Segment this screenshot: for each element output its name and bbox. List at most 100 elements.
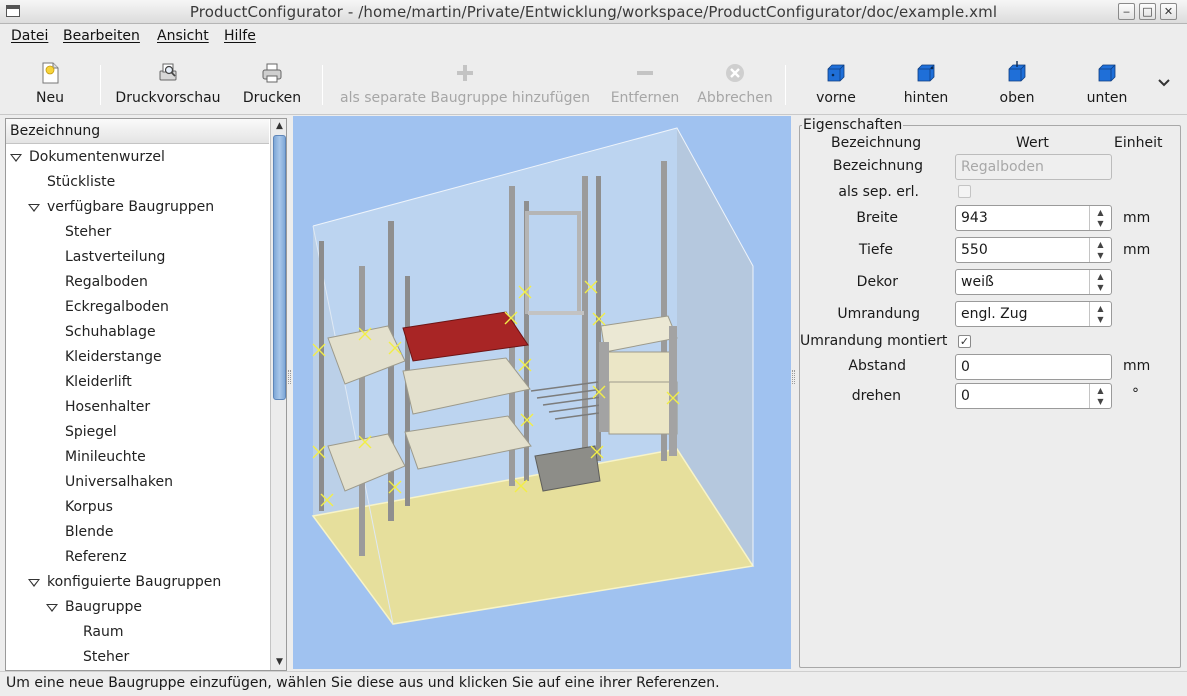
- column-header-value: Wert: [1016, 135, 1049, 151]
- tree-item-schuhablage[interactable]: Schuhablage: [65, 320, 156, 345]
- breite-unit: mm: [1123, 210, 1151, 226]
- add-separate-button[interactable]: als separate Baugruppe hinzufügen: [334, 49, 596, 115]
- als-sep-erl-checkbox[interactable]: [958, 185, 971, 198]
- bezeichnung-field[interactable]: Regalboden: [955, 154, 1112, 180]
- tiefe-spinbox[interactable]: 550 ▲ ▼: [955, 237, 1112, 263]
- view-top-button[interactable]: oben: [981, 49, 1053, 115]
- maximize-button[interactable]: □: [1139, 3, 1156, 20]
- new-label: Neu: [36, 90, 64, 106]
- scroll-thumb[interactable]: [273, 135, 286, 400]
- menu-hilfe[interactable]: Hilfe: [224, 28, 256, 44]
- toolbar-separator: [100, 65, 101, 105]
- new-document-icon: [42, 62, 59, 84]
- menu-datei[interactable]: Datei: [11, 28, 48, 44]
- tree-item-lastverteilung[interactable]: Lastverteilung: [65, 245, 165, 270]
- expander-icon[interactable]: [46, 604, 58, 612]
- expander-icon[interactable]: [28, 579, 40, 587]
- dropdown-arrows-icon[interactable]: ▲ ▼: [1089, 302, 1111, 326]
- dekor-value: weiß: [961, 274, 994, 290]
- tree-item-konfiguierte-baugruppen[interactable]: konfiguierte Baugruppen: [47, 570, 221, 595]
- tree-item-raum[interactable]: Raum: [83, 620, 124, 645]
- remove-label: Entfernen: [610, 90, 680, 106]
- tree-item-referenz[interactable]: Referenz: [65, 545, 127, 570]
- tree-item-spiegel[interactable]: Spiegel: [65, 420, 117, 445]
- menu-bar: Datei Bearbeiten Ansicht Hilfe: [0, 24, 1187, 49]
- structure-tree[interactable]: Bezeichnung Dokumentenwurzel Stückliste …: [5, 118, 287, 671]
- print-preview-button[interactable]: Druckvorschau: [110, 49, 226, 115]
- cancel-button[interactable]: Abbrechen: [692, 49, 778, 115]
- print-button[interactable]: Drucken: [236, 49, 308, 115]
- tree-item-steher[interactable]: Steher: [65, 220, 111, 245]
- tree-item-stueckliste[interactable]: Stückliste: [47, 170, 115, 195]
- close-button[interactable]: ✕: [1160, 3, 1177, 20]
- umrandung-select[interactable]: engl. Zug ▲ ▼: [955, 301, 1112, 327]
- cube-bottom-icon: [1098, 64, 1116, 82]
- tree-column-header[interactable]: Bezeichnung: [6, 119, 269, 144]
- plus-icon: [457, 65, 473, 81]
- spin-arrows-icon[interactable]: ▲ ▼: [1089, 238, 1111, 262]
- tree-item-steher-2[interactable]: Steher: [83, 645, 129, 670]
- chevron-down-icon: [1158, 79, 1170, 87]
- status-text: Um eine neue Baugruppe einzufügen, wähle…: [6, 675, 720, 691]
- abstand-unit: mm: [1123, 358, 1151, 374]
- label-drehen: drehen: [851, 388, 901, 404]
- status-bar: Um eine neue Baugruppe einzufügen, wähle…: [0, 671, 1187, 696]
- label-umrandung-montiert: Umrandung montiert: [800, 333, 948, 349]
- spin-arrows-icon[interactable]: ▲ ▼: [1089, 206, 1111, 230]
- menu-bearbeiten[interactable]: Bearbeiten: [63, 28, 140, 44]
- view-bottom-button[interactable]: unten: [1071, 49, 1143, 115]
- tree-item-universalhaken[interactable]: Universalhaken: [65, 470, 173, 495]
- add-separate-label: als separate Baugruppe hinzufügen: [340, 90, 590, 106]
- view-back-label: hinten: [903, 90, 949, 106]
- tree-item-regalboden[interactable]: Regalboden: [65, 270, 148, 295]
- umrandung-montiert-checkbox[interactable]: ✓: [958, 335, 971, 348]
- view-front-button[interactable]: vorne: [800, 49, 872, 115]
- umrandung-value: engl. Zug: [961, 306, 1028, 322]
- label-als-sep-erl: als sep. erl.: [838, 184, 919, 200]
- tree-item-minileuchte[interactable]: Minileuchte: [65, 445, 146, 470]
- splitter-handle-left[interactable]: [288, 370, 291, 384]
- view-back-button[interactable]: hinten: [890, 49, 962, 115]
- tree-item-blende[interactable]: Blende: [65, 520, 113, 545]
- abstand-field[interactable]: 0: [955, 354, 1112, 380]
- dekor-select[interactable]: weiß ▲ ▼: [955, 269, 1112, 295]
- label-umrandung: Umrandung: [837, 306, 920, 322]
- minimize-button[interactable]: ‒: [1118, 3, 1135, 20]
- remove-button[interactable]: Entfernen: [604, 49, 686, 115]
- room-rendering[interactable]: [293, 116, 791, 669]
- tree-item-verfuegbare-baugruppen[interactable]: verfügbare Baugruppen: [47, 195, 214, 220]
- drehen-value: 0: [961, 388, 970, 404]
- scroll-down-icon[interactable]: ▼: [274, 657, 285, 668]
- drehen-select[interactable]: 0 ▲ ▼: [955, 383, 1112, 409]
- breite-value: 943: [961, 210, 988, 226]
- dropdown-arrows-icon[interactable]: ▲ ▼: [1089, 384, 1111, 408]
- new-button[interactable]: Neu: [18, 49, 82, 115]
- title-bar: ProductConfigurator - /home/martin/Priva…: [0, 0, 1187, 24]
- expander-icon[interactable]: [10, 154, 22, 162]
- tree-item-kleiderlift[interactable]: Kleiderlift: [65, 370, 132, 395]
- menu-ansicht[interactable]: Ansicht: [157, 28, 209, 44]
- scroll-up-icon[interactable]: ▲: [274, 121, 285, 132]
- toolbar-overflow-button[interactable]: [1152, 49, 1176, 115]
- 3d-viewport[interactable]: [293, 116, 791, 669]
- tree-item-korpus[interactable]: Korpus: [65, 495, 113, 520]
- label-breite: Breite: [856, 210, 898, 226]
- cube-back-icon: [917, 64, 935, 82]
- splitter-handle-right[interactable]: [792, 370, 795, 384]
- tree-item-eckregalboden[interactable]: Eckregalboden: [65, 295, 169, 320]
- label-tiefe: Tiefe: [858, 242, 893, 258]
- print-preview-label: Druckvorschau: [115, 90, 221, 106]
- tree-item-baugruppe[interactable]: Baugruppe: [65, 595, 142, 620]
- tree-item-dokumentenwurzel[interactable]: Dokumentenwurzel: [29, 145, 165, 170]
- tree-item-hosenhalter[interactable]: Hosenhalter: [65, 395, 150, 420]
- cube-front-icon: [827, 64, 845, 82]
- tree-scrollbar[interactable]: ▲ ▼: [270, 119, 286, 670]
- breite-spinbox[interactable]: 943 ▲ ▼: [955, 205, 1112, 231]
- column-header-name: Bezeichnung: [831, 135, 922, 151]
- dropdown-arrows-icon[interactable]: ▲ ▼: [1089, 270, 1111, 294]
- expander-icon[interactable]: [28, 204, 40, 212]
- properties-legend: Eigenschaften: [802, 117, 904, 133]
- tree-item-kleiderstange[interactable]: Kleiderstange: [65, 345, 162, 370]
- drehen-unit: °: [1132, 386, 1139, 402]
- tiefe-value: 550: [961, 242, 988, 258]
